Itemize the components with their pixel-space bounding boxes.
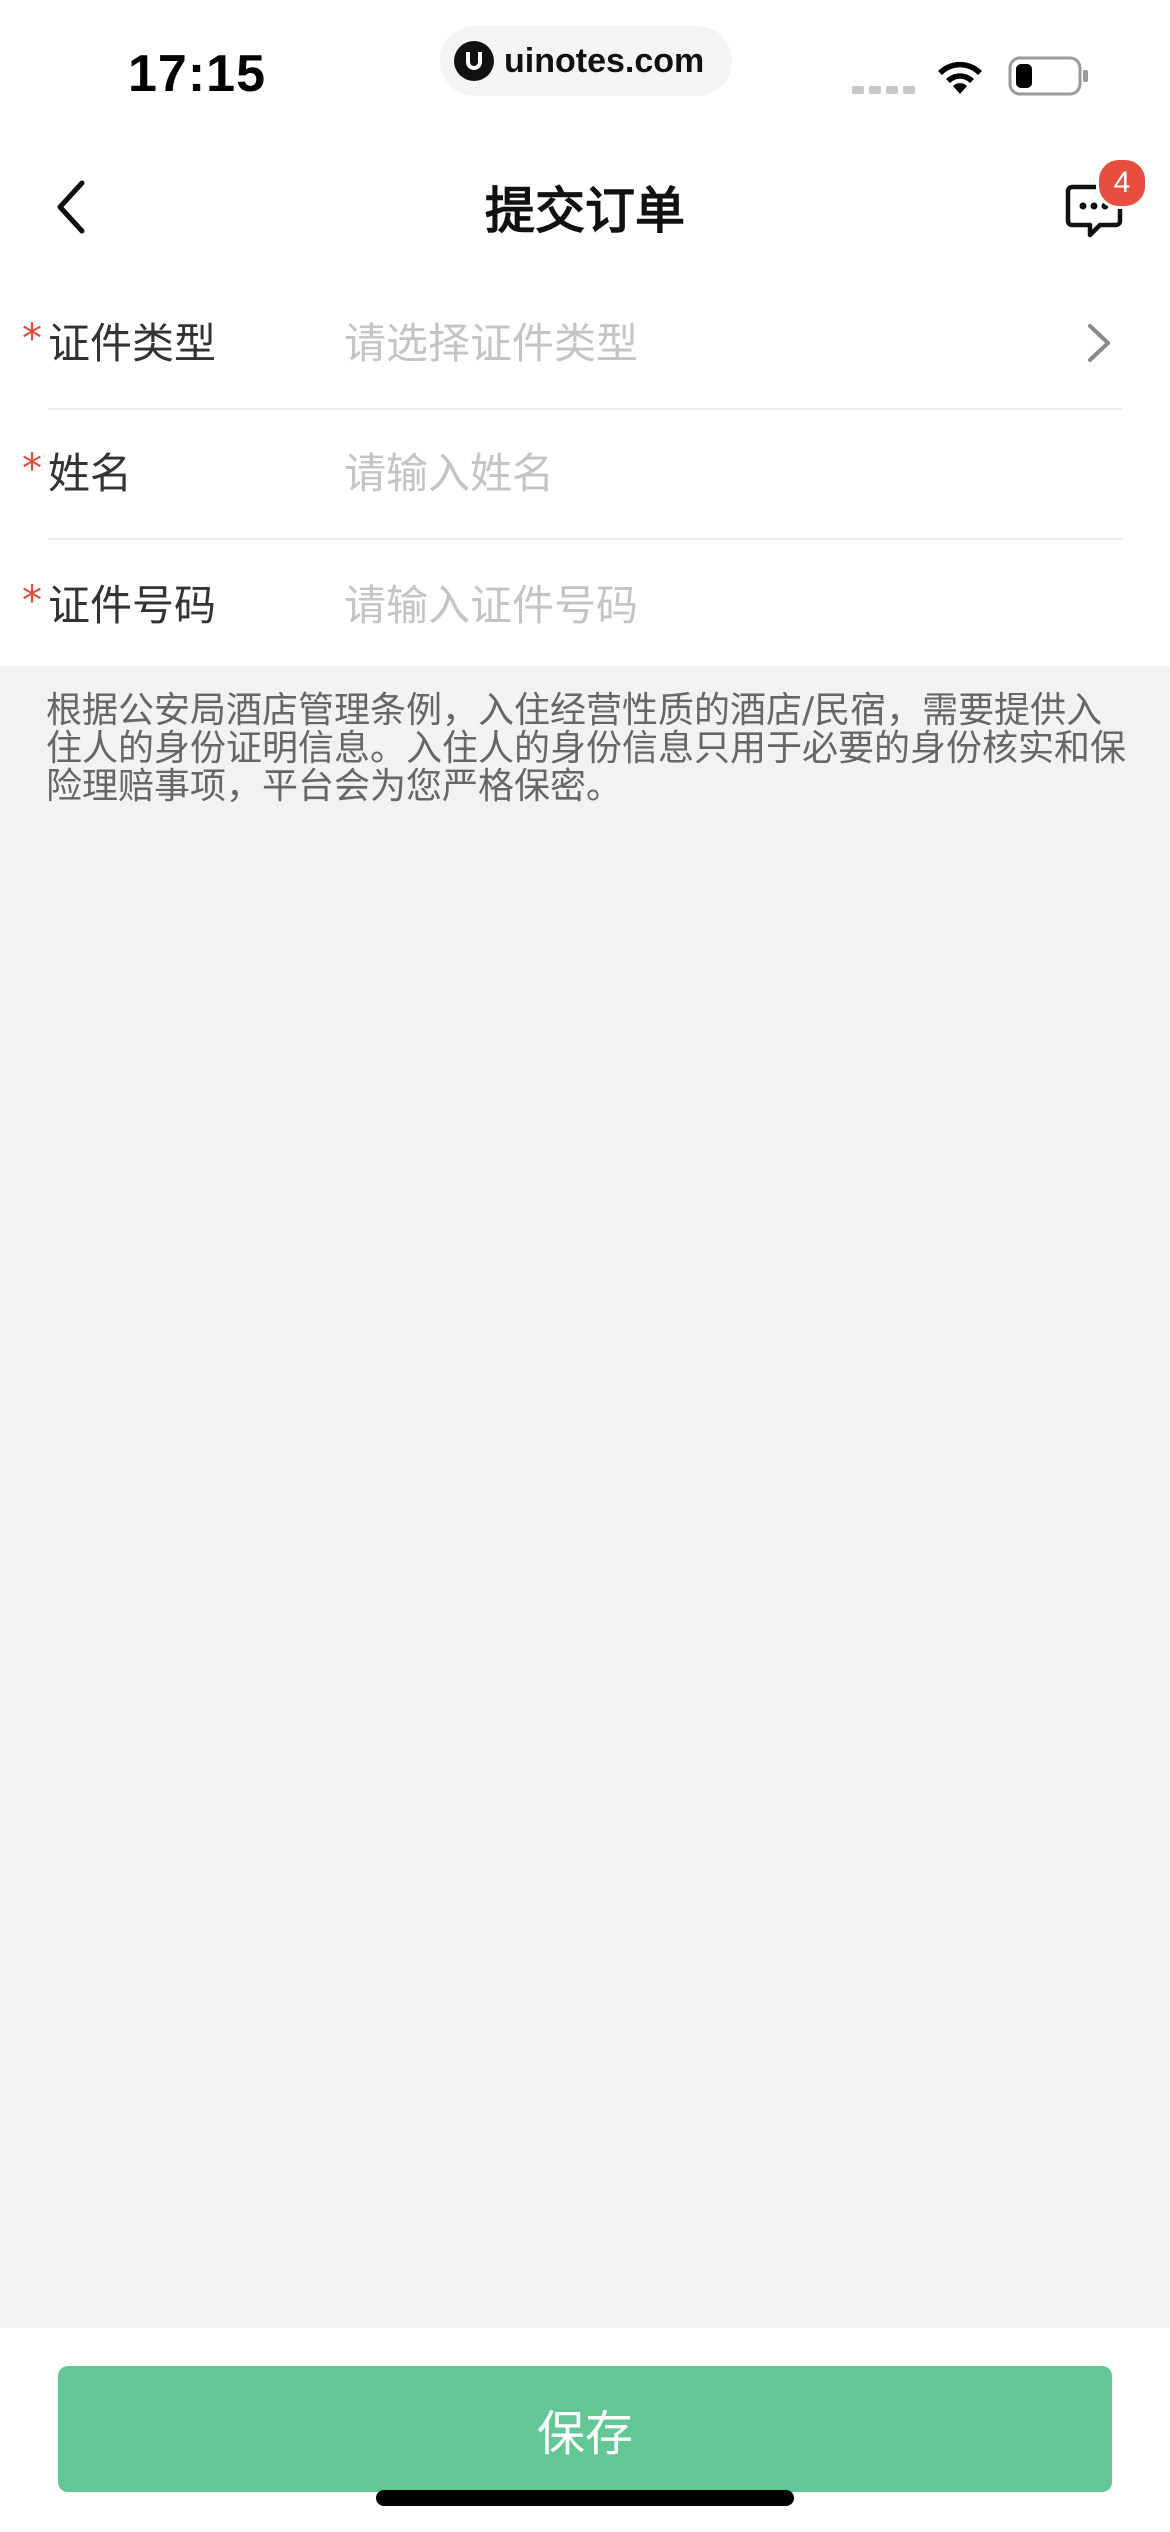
name-label: 姓名 [48,449,133,498]
identity-form: * 证件类型 * 姓名 * 证件号码 [0,280,1170,666]
save-button[interactable]: 保存 [58,2366,1112,2492]
required-mark: * [22,446,42,492]
url-text: uinotes.com [504,41,705,80]
chevron-right-icon [1088,324,1110,362]
form-row-id-number: * 证件号码 [0,542,1170,672]
name-input[interactable] [344,438,1044,508]
id-type-label: 证件类型 [48,319,217,368]
message-badge: 4 [1096,157,1148,209]
form-row-name: * 姓名 [0,410,1170,540]
form-row-id-type[interactable]: * 证件类型 [0,280,1170,410]
status-bar: 17:15 uinotes.com [0,0,1170,135]
screen: 17:15 uinotes.com 提交订单 4 * 证件类型 请选择证件类型 … [0,0,1170,2532]
divider [48,538,1122,540]
status-time: 17:15 [128,45,266,103]
page-title: 提交订单 [485,182,685,240]
home-indicator [376,2490,794,2506]
wifi-icon [938,61,982,94]
id-number-input[interactable] [344,570,1044,640]
required-mark: * [22,578,42,624]
url-pill[interactable]: uinotes.com [440,26,732,96]
id-number-label: 证件号码 [48,581,217,630]
required-mark: * [22,316,42,362]
battery-icon [1008,56,1088,96]
nav-bar: 提交订单 4 [0,135,1170,280]
signal-icon [852,86,915,94]
privacy-notice: 根据公安局酒店管理条例，入住经营性质的酒店/民宿，需要提供入住人的身份证明信息。… [46,690,1127,807]
id-type-select[interactable] [344,308,1044,378]
site-logo-icon [454,41,494,81]
